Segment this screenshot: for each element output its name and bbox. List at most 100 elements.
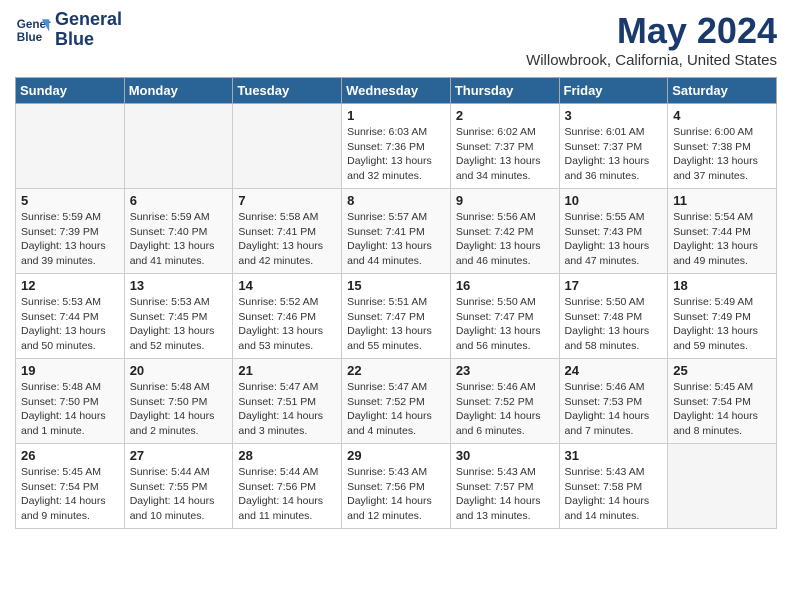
day-info: Sunrise: 5:54 AMSunset: 7:44 PMDaylight:… — [673, 210, 771, 269]
day-info: Sunrise: 5:59 AMSunset: 7:39 PMDaylight:… — [21, 210, 119, 269]
calendar-day-cell: 2Sunrise: 6:02 AMSunset: 7:37 PMDaylight… — [450, 104, 559, 189]
day-info: Sunrise: 5:57 AMSunset: 7:41 PMDaylight:… — [347, 210, 445, 269]
calendar-day-cell: 23Sunrise: 5:46 AMSunset: 7:52 PMDayligh… — [450, 359, 559, 444]
day-info: Sunrise: 5:59 AMSunset: 7:40 PMDaylight:… — [130, 210, 228, 269]
day-number: 18 — [673, 278, 771, 293]
day-number: 7 — [238, 193, 336, 208]
day-info: Sunrise: 5:48 AMSunset: 7:50 PMDaylight:… — [21, 380, 119, 439]
day-number: 28 — [238, 448, 336, 463]
day-info: Sunrise: 5:47 AMSunset: 7:52 PMDaylight:… — [347, 380, 445, 439]
calendar-day-cell — [233, 104, 342, 189]
calendar-week-row: 5 Sunrise: 5:59 AMSunset: 7:39 PMDaylight… — [16, 189, 777, 274]
day-info: Sunrise: 5:58 AMSunset: 7:41 PMDaylight:… — [238, 210, 336, 269]
calendar-day-cell: 28 Sunrise: 5:44 AMSunset: 7:56 PMDayligh… — [233, 444, 342, 529]
day-number: 19 — [21, 363, 119, 378]
day-number: 12 — [21, 278, 119, 293]
day-info: Sunrise: 5:44 AMSunset: 7:55 PMDaylight:… — [130, 465, 228, 524]
day-info: Sunrise: 6:01 AMSunset: 7:37 PMDaylight:… — [565, 125, 663, 184]
day-number: 26 — [21, 448, 119, 463]
day-number: 23 — [456, 363, 554, 378]
day-number: 25 — [673, 363, 771, 378]
calendar-day-cell: 20Sunrise: 5:48 AMSunset: 7:50 PMDayligh… — [124, 359, 233, 444]
day-number: 31 — [565, 448, 663, 463]
day-info: Sunrise: 5:50 AMSunset: 7:47 PMDaylight:… — [456, 295, 554, 354]
calendar-week-row: 1 Sunrise: 6:03 AMSunset: 7:36 PMDaylight… — [16, 104, 777, 189]
logo: General Blue General Blue — [15, 10, 122, 50]
day-number: 24 — [565, 363, 663, 378]
calendar-day-cell: 7 Sunrise: 5:58 AMSunset: 7:41 PMDaylight… — [233, 189, 342, 274]
day-info: Sunrise: 6:00 AMSunset: 7:38 PMDaylight:… — [673, 125, 771, 184]
day-number: 16 — [456, 278, 554, 293]
day-info: Sunrise: 5:53 AMSunset: 7:44 PMDaylight:… — [21, 295, 119, 354]
calendar-day-cell: 14 Sunrise: 5:52 AMSunset: 7:46 PMDayligh… — [233, 274, 342, 359]
calendar-day-cell — [668, 444, 777, 529]
day-number: 5 — [21, 193, 119, 208]
day-info: Sunrise: 6:03 AMSunset: 7:36 PMDaylight:… — [347, 125, 445, 184]
day-info: Sunrise: 5:44 AMSunset: 7:56 PMDaylight:… — [238, 465, 336, 524]
day-number: 27 — [130, 448, 228, 463]
day-info: Sunrise: 5:46 AMSunset: 7:53 PMDaylight:… — [565, 380, 663, 439]
calendar-day-cell — [16, 104, 125, 189]
day-number: 21 — [238, 363, 336, 378]
calendar-day-cell: 15 Sunrise: 5:51 AMSunset: 7:47 PMDayligh… — [342, 274, 451, 359]
calendar-day-cell: 22 Sunrise: 5:47 AMSunset: 7:52 PMDayligh… — [342, 359, 451, 444]
day-info: Sunrise: 5:45 AMSunset: 7:54 PMDaylight:… — [673, 380, 771, 439]
calendar-day-cell: 11Sunrise: 5:54 AMSunset: 7:44 PMDayligh… — [668, 189, 777, 274]
day-number: 8 — [347, 193, 445, 208]
day-number: 1 — [347, 108, 445, 123]
day-number: 3 — [565, 108, 663, 123]
day-number: 9 — [456, 193, 554, 208]
svg-text:Blue: Blue — [17, 31, 43, 44]
day-number: 22 — [347, 363, 445, 378]
day-info: Sunrise: 5:45 AMSunset: 7:54 PMDaylight:… — [21, 465, 119, 524]
day-info: Sunrise: 5:52 AMSunset: 7:46 PMDaylight:… — [238, 295, 336, 354]
day-info: Sunrise: 5:48 AMSunset: 7:50 PMDaylight:… — [130, 380, 228, 439]
day-number: 6 — [130, 193, 228, 208]
calendar-week-row: 12 Sunrise: 5:53 AMSunset: 7:44 PMDayligh… — [16, 274, 777, 359]
calendar-day-cell: 17Sunrise: 5:50 AMSunset: 7:48 PMDayligh… — [559, 274, 668, 359]
calendar-day-cell: 4 Sunrise: 6:00 AMSunset: 7:38 PMDaylight… — [668, 104, 777, 189]
col-header-saturday: Saturday — [668, 78, 777, 104]
day-number: 29 — [347, 448, 445, 463]
calendar-day-cell: 30Sunrise: 5:43 AMSunset: 7:57 PMDayligh… — [450, 444, 559, 529]
calendar-week-row: 19 Sunrise: 5:48 AMSunset: 7:50 PMDayligh… — [16, 359, 777, 444]
day-info: Sunrise: 5:49 AMSunset: 7:49 PMDaylight:… — [673, 295, 771, 354]
calendar-day-cell: 10 Sunrise: 5:55 AMSunset: 7:43 PMDayligh… — [559, 189, 668, 274]
day-info: Sunrise: 5:50 AMSunset: 7:48 PMDaylight:… — [565, 295, 663, 354]
calendar-week-row: 26 Sunrise: 5:45 AMSunset: 7:54 PMDayligh… — [16, 444, 777, 529]
day-number: 10 — [565, 193, 663, 208]
month-title: May 2024 — [526, 10, 777, 52]
day-info: Sunrise: 5:53 AMSunset: 7:45 PMDaylight:… — [130, 295, 228, 354]
calendar-day-cell: 18 Sunrise: 5:49 AMSunset: 7:49 PMDayligh… — [668, 274, 777, 359]
day-number: 15 — [347, 278, 445, 293]
day-number: 14 — [238, 278, 336, 293]
calendar-header-row: SundayMondayTuesdayWednesdayThursdayFrid… — [16, 78, 777, 104]
calendar-day-cell: 19 Sunrise: 5:48 AMSunset: 7:50 PMDayligh… — [16, 359, 125, 444]
day-number: 13 — [130, 278, 228, 293]
day-info: Sunrise: 5:56 AMSunset: 7:42 PMDaylight:… — [456, 210, 554, 269]
calendar-day-cell: 25 Sunrise: 5:45 AMSunset: 7:54 PMDayligh… — [668, 359, 777, 444]
calendar-day-cell: 13 Sunrise: 5:53 AMSunset: 7:45 PMDayligh… — [124, 274, 233, 359]
day-info: Sunrise: 5:55 AMSunset: 7:43 PMDaylight:… — [565, 210, 663, 269]
col-header-wednesday: Wednesday — [342, 78, 451, 104]
calendar-day-cell: 8 Sunrise: 5:57 AMSunset: 7:41 PMDaylight… — [342, 189, 451, 274]
day-info: Sunrise: 6:02 AMSunset: 7:37 PMDaylight:… — [456, 125, 554, 184]
calendar-day-cell: 31Sunrise: 5:43 AMSunset: 7:58 PMDayligh… — [559, 444, 668, 529]
day-info: Sunrise: 5:47 AMSunset: 7:51 PMDaylight:… — [238, 380, 336, 439]
col-header-monday: Monday — [124, 78, 233, 104]
calendar-day-cell: 1 Sunrise: 6:03 AMSunset: 7:36 PMDaylight… — [342, 104, 451, 189]
calendar-day-cell: 21 Sunrise: 5:47 AMSunset: 7:51 PMDayligh… — [233, 359, 342, 444]
calendar-day-cell: 6 Sunrise: 5:59 AMSunset: 7:40 PMDaylight… — [124, 189, 233, 274]
location: Willowbrook, California, United States — [526, 52, 777, 69]
page-header: General Blue General Blue May 2024 Willo… — [15, 10, 777, 69]
day-info: Sunrise: 5:51 AMSunset: 7:47 PMDaylight:… — [347, 295, 445, 354]
day-number: 4 — [673, 108, 771, 123]
calendar-day-cell — [124, 104, 233, 189]
calendar-day-cell: 27 Sunrise: 5:44 AMSunset: 7:55 PMDayligh… — [124, 444, 233, 529]
col-header-tuesday: Tuesday — [233, 78, 342, 104]
calendar-day-cell: 24 Sunrise: 5:46 AMSunset: 7:53 PMDayligh… — [559, 359, 668, 444]
calendar-day-cell: 26 Sunrise: 5:45 AMSunset: 7:54 PMDayligh… — [16, 444, 125, 529]
col-header-friday: Friday — [559, 78, 668, 104]
calendar-day-cell: 12 Sunrise: 5:53 AMSunset: 7:44 PMDayligh… — [16, 274, 125, 359]
logo-text: General Blue — [55, 10, 122, 50]
